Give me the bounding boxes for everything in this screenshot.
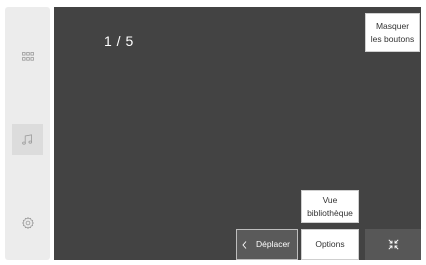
- move-label: Déplacer: [256, 239, 291, 249]
- collapse-icon: [387, 239, 399, 250]
- library-view-button[interactable]: Vue bibliothèque: [301, 190, 359, 223]
- hide-buttons-label-line1: Masquer: [375, 20, 410, 31]
- sidebar-item-apps[interactable]: [12, 41, 43, 72]
- gear-icon: [21, 216, 34, 229]
- library-view-label-line1: Vue: [322, 194, 338, 205]
- hide-buttons-button[interactable]: Masquer les boutons: [365, 13, 420, 52]
- sidebar: [5, 7, 50, 260]
- music-note-icon: [22, 134, 33, 145]
- library-view-label-line2: bibliothèque: [307, 207, 353, 218]
- screen: 1 / 5 Masquer les boutons Vue bibliothèq…: [0, 0, 426, 265]
- hide-buttons-label-line2: les boutons: [370, 33, 415, 44]
- grid-icon: [21, 52, 34, 61]
- page-indicator: 1 / 5: [104, 33, 134, 49]
- sidebar-item-settings[interactable]: [12, 207, 43, 238]
- sidebar-item-media[interactable]: [12, 124, 43, 155]
- exit-fullscreen-button[interactable]: [365, 229, 421, 260]
- photo-viewer: 1 / 5 Masquer les boutons Vue bibliothèq…: [54, 7, 421, 260]
- options-label: Options: [315, 239, 345, 249]
- chevron-left-icon: [242, 240, 247, 249]
- move-button[interactable]: Déplacer: [236, 229, 298, 260]
- options-button[interactable]: Options: [301, 229, 359, 260]
